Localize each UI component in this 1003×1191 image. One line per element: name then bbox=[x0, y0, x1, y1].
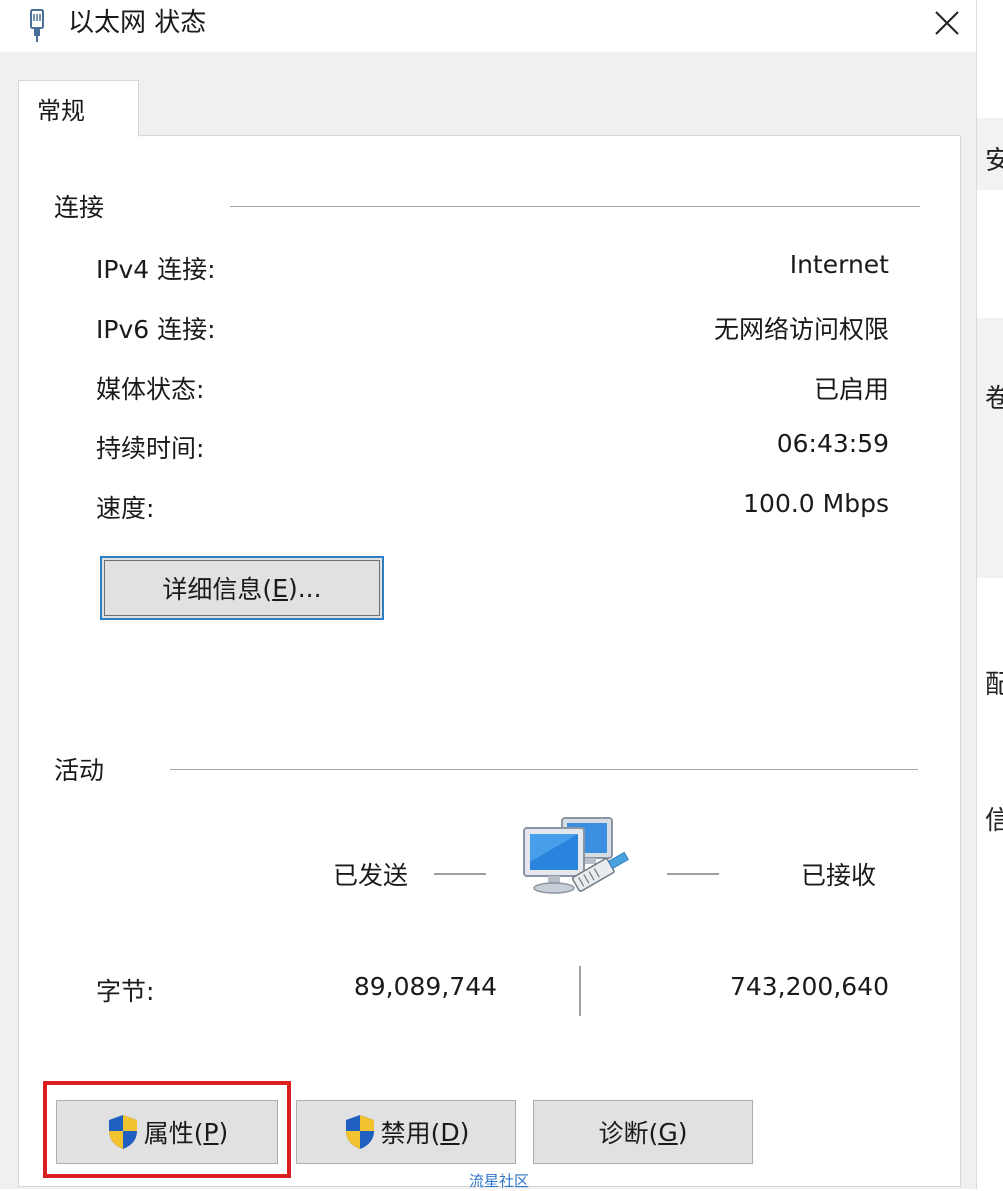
window-title: 以太网 状态 bbox=[68, 8, 207, 38]
media-state-value: 已启用 bbox=[813, 375, 889, 404]
bytes-received-value: 743,200,640 bbox=[729, 972, 889, 1001]
properties-button-suffix: ) bbox=[218, 1117, 229, 1147]
bytes-separator bbox=[579, 966, 581, 1016]
ipv4-value: Internet bbox=[789, 250, 889, 279]
received-dash bbox=[667, 873, 719, 875]
close-button[interactable] bbox=[918, 0, 976, 46]
bytes-sent-value: 89,089,744 bbox=[353, 972, 497, 1001]
disable-button-suffix: ) bbox=[459, 1117, 470, 1147]
background-text: 信 bbox=[985, 800, 1003, 837]
sent-dash bbox=[434, 873, 486, 875]
speed-label: 速度: bbox=[96, 494, 155, 523]
connection-group-label: 连接 bbox=[54, 193, 105, 222]
group-divider bbox=[170, 769, 918, 770]
properties-button[interactable]: 属性(P) bbox=[56, 1100, 278, 1164]
disable-button-text: 禁用( bbox=[380, 1119, 441, 1148]
background-text: 安 bbox=[985, 140, 1003, 177]
properties-button-text: 属性( bbox=[143, 1119, 204, 1148]
title-bar: 以太网 状态 bbox=[0, 0, 975, 52]
tab-panel bbox=[18, 135, 961, 1187]
background-text: 卷 bbox=[985, 378, 1003, 415]
activity-group-label: 活动 bbox=[54, 756, 105, 785]
diagnose-button[interactable]: 诊断(G) bbox=[533, 1100, 753, 1164]
watermark: 流星社区 bbox=[469, 1172, 530, 1190]
details-button[interactable]: 详细信息(E)... bbox=[100, 556, 384, 620]
received-label: 已接收 bbox=[801, 861, 877, 890]
group-divider bbox=[230, 206, 920, 207]
disable-button-mnemonic: D bbox=[440, 1117, 460, 1147]
tab-general[interactable]: 常规 bbox=[18, 80, 139, 137]
diagnose-button-suffix: ) bbox=[677, 1117, 688, 1147]
speed-value: 100.0 Mbps bbox=[743, 489, 889, 518]
background-window-strip: 安 卷 配 信 bbox=[976, 0, 1003, 1189]
sent-label: 已发送 bbox=[333, 861, 409, 890]
ipv4-label: IPv4 连接: bbox=[96, 255, 216, 284]
diagnose-button-mnemonic: G bbox=[658, 1117, 678, 1147]
properties-button-mnemonic: P bbox=[203, 1117, 219, 1147]
details-button-mnemonic: E bbox=[272, 573, 288, 603]
ipv6-value: 无网络访问权限 bbox=[713, 315, 889, 344]
details-button-text: 详细信息( bbox=[162, 575, 273, 604]
diagnose-button-text: 诊断( bbox=[598, 1119, 659, 1148]
details-button-suffix: )... bbox=[287, 573, 322, 603]
bytes-label: 字节: bbox=[96, 977, 155, 1006]
tab-label: 常规 bbox=[37, 97, 85, 125]
uac-shield-icon bbox=[108, 1115, 137, 1149]
close-icon bbox=[935, 11, 959, 35]
duration-label: 持续时间: bbox=[96, 434, 205, 463]
background-text: 配 bbox=[985, 664, 1003, 701]
background-band bbox=[977, 318, 1003, 578]
duration-value: 06:43:59 bbox=[776, 429, 889, 458]
ipv6-label: IPv6 连接: bbox=[96, 315, 216, 344]
media-state-label: 媒体状态: bbox=[96, 375, 205, 404]
network-computers-icon bbox=[523, 817, 629, 894]
uac-shield-icon bbox=[345, 1115, 374, 1149]
disable-button[interactable]: 禁用(D) bbox=[296, 1100, 516, 1164]
network-adapter-icon bbox=[30, 9, 44, 42]
